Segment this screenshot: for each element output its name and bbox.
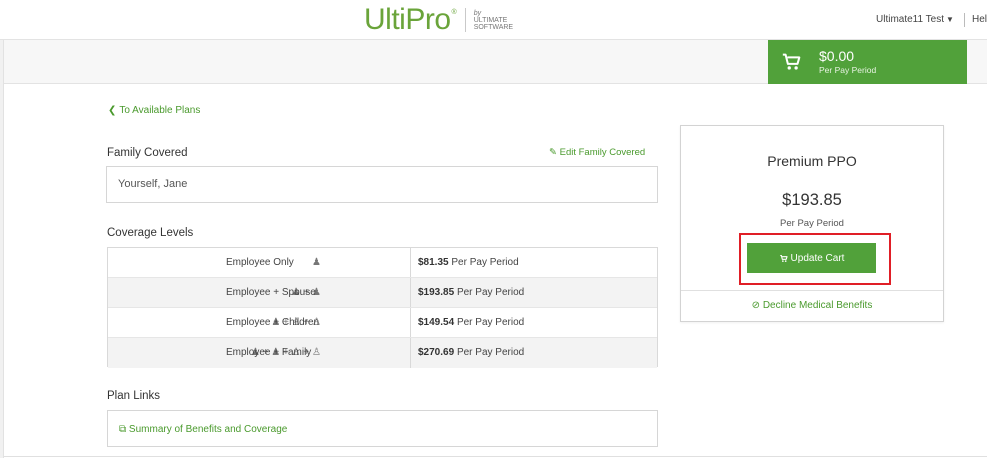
table-row: ♟ Employee Only $81.35 Per Pay Period [108,248,657,278]
coverage-level-name: Employee + Children [226,317,320,328]
plan-name: Premium PPO [767,153,857,169]
price-amount: $81.35 [418,257,449,268]
cart-totals: $0.00 Per Pay Period [819,49,876,76]
family-covered-value: Yourself, Jane [118,178,188,190]
logo-registered-mark: ® [451,8,457,16]
cart-amount: $0.00 [819,47,855,64]
column-divider [410,248,411,277]
price-amount: $149.54 [418,317,455,328]
logo-wordmark: UltiPro [364,3,451,36]
bottom-divider [4,456,987,457]
update-cart-label: Update Cart [790,252,845,264]
plan-links-heading: Plan Links [107,390,161,402]
cart-icon [779,254,788,262]
coverage-levels-heading: Coverage Levels [107,227,194,239]
logo-divider [464,8,466,32]
price-period: Per Pay Period [456,287,525,298]
price-amount: $270.69 [418,347,455,358]
update-cart-button[interactable]: Update Cart [747,243,876,273]
price-period: Per Pay Period [451,257,519,268]
table-row: ♟ + ♟ + ♙ + ♙ Employee + Family $270.69 … [108,338,657,368]
plan-price-period: Per Pay Period [780,218,844,229]
summary-link-label: Summary of Benefits and Coverage [128,424,288,435]
family-covered-field: Yourself, Jane [106,166,658,203]
column-divider [410,278,411,307]
back-to-plans-link[interactable]: ❮ To Available Plans [108,105,200,116]
user-menu[interactable]: Ultimate11 Test ▼ [876,14,954,25]
user-name: Ultimate11 Test [876,14,944,25]
card-divider [681,290,943,291]
decline-label: Decline Medical Benefits [762,300,873,311]
logo-company: by ULTIMATE SOFTWARE [474,10,513,31]
column-divider [410,338,411,368]
back-link-label: To Available Plans [119,105,201,116]
plan-summary-card: Premium PPO $193.85 Per Pay Period ⊘ Dec… [680,125,944,322]
ultipro-logo: UltiPro ® by ULTIMATE SOFTWARE [364,5,513,35]
price-period: Per Pay Period [456,317,525,328]
edit-family-covered-link[interactable]: ✎ Edit Family Covered [549,147,645,158]
logo-company-line-1: ULTIMATE [473,16,508,24]
column-divider [410,308,411,337]
coverage-level-price: $81.35 Per Pay Period [418,257,519,268]
ban-icon: ⊘ [751,300,761,311]
edit-family-label: Edit Family Covered [559,147,646,158]
coverage-level-price: $270.69 Per Pay Period [418,347,524,358]
logo-company-line-2: SOFTWARE [473,23,514,31]
coverage-level-price: $149.54 Per Pay Period [418,317,524,328]
table-row: ♟ + ♟ Employee + Spouse $193.85 Per Pay … [108,278,657,308]
coverage-level-name: Employee + Family [226,347,312,358]
table-row: ♟ + ♙ + ♙ Employee + Children $149.54 Pe… [108,308,657,338]
caret-down-icon: ▼ [946,15,954,24]
left-edge-panel [0,40,4,458]
summary-of-benefits-link[interactable]: ⧉ Summary of Benefits and Coverage [119,424,287,435]
header-divider [964,13,965,27]
price-amount: $193.85 [418,287,455,298]
price-period: Per Pay Period [456,347,525,358]
employee-only-icon: ♟ [312,257,321,268]
cart-icon [782,53,801,70]
cart-summary-button[interactable]: $0.00 Per Pay Period [768,40,967,84]
coverage-levels-table: ♟ Employee Only $81.35 Per Pay Period ♟ … [107,247,658,368]
logo-by-text: by [473,9,482,17]
external-link-icon: ⧉ [119,424,127,435]
top-header: UltiPro ® by ULTIMATE SOFTWARE Ultimate1… [0,0,987,40]
coverage-level-name: Employee + Spouse [226,287,316,298]
cart-period: Per Pay Period [819,64,877,75]
plan-links-box: ⧉ Summary of Benefits and Coverage [107,410,658,447]
plan-price: $193.85 [782,191,842,209]
chevron-left-icon: ❮ [108,105,117,116]
pencil-icon: ✎ [549,147,557,158]
decline-medical-benefits-link[interactable]: ⊘ Decline Medical Benefits [681,300,943,311]
coverage-level-price: $193.85 Per Pay Period [418,287,524,298]
help-link[interactable]: Help [972,14,987,25]
family-covered-heading: Family Covered [107,147,188,159]
coverage-level-name: Employee Only [226,257,294,268]
